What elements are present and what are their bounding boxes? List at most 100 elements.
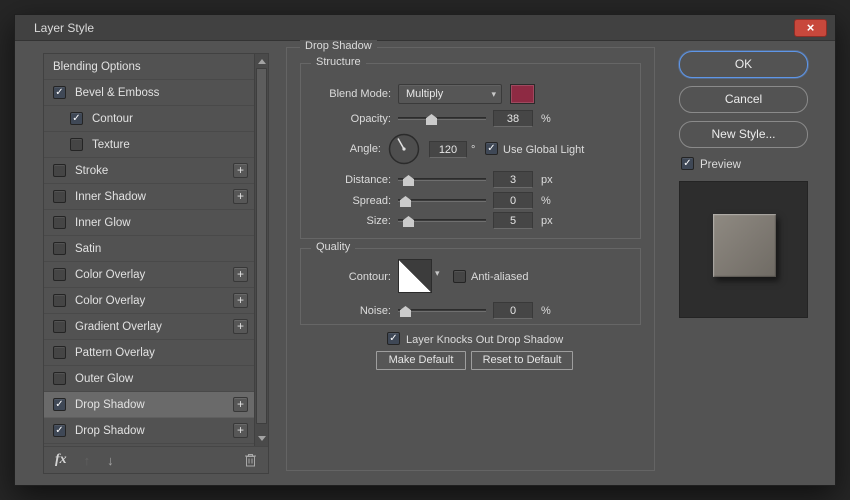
style-item-drop-shadow[interactable]: ✓ Drop Shadow + <box>44 418 254 444</box>
check-icon: ✓ <box>72 112 81 124</box>
style-item-gradient-overlay[interactable]: Gradient Overlay + <box>44 314 254 340</box>
scroll-up-button[interactable] <box>255 55 268 68</box>
style-item-label: Pattern Overlay <box>75 346 155 359</box>
contour-chevron-icon[interactable]: ▾ <box>435 268 440 279</box>
fx-icon[interactable]: fx <box>55 452 67 468</box>
reset-default-button[interactable]: Reset to Default <box>471 351 573 370</box>
trash-icon <box>245 454 256 467</box>
style-enabled-checkbox[interactable]: ✓ <box>53 424 66 437</box>
use-global-light-checkbox[interactable]: ✓ <box>485 142 498 155</box>
slider-track <box>398 117 486 120</box>
opacity-slider[interactable] <box>398 113 486 125</box>
ok-button[interactable]: OK <box>679 51 808 78</box>
style-item-stroke[interactable]: Stroke + <box>44 158 254 184</box>
style-item-pattern-overlay[interactable]: Pattern Overlay <box>44 340 254 366</box>
style-enabled-checkbox[interactable]: ✓ <box>70 112 83 125</box>
check-icon: ✓ <box>55 398 64 410</box>
style-enabled-checkbox[interactable] <box>53 346 66 359</box>
scrollbar-thumb[interactable] <box>256 68 267 424</box>
layer-style-dialog: Layer Style × Blending Options ✓ Bevel & E… <box>14 14 836 486</box>
slider-thumb[interactable] <box>403 175 414 186</box>
style-enabled-checkbox[interactable] <box>53 268 66 281</box>
anti-aliased-checkbox[interactable]: ✓ <box>453 270 466 283</box>
cancel-button[interactable]: Cancel <box>679 86 808 113</box>
style-item-inner-shadow[interactable]: Inner Shadow + <box>44 184 254 210</box>
style-item-color-overlay[interactable]: Color Overlay + <box>44 262 254 288</box>
noise-slider[interactable] <box>398 305 486 317</box>
add-effect-button[interactable]: + <box>233 163 248 178</box>
style-enabled-checkbox[interactable] <box>53 242 66 255</box>
distance-label: Distance: <box>345 174 391 186</box>
angle-input[interactable] <box>429 141 467 158</box>
style-enabled-checkbox[interactable] <box>53 320 66 333</box>
style-enabled-checkbox[interactable]: ✓ <box>53 398 66 411</box>
styles-scrollbar[interactable] <box>254 54 268 446</box>
style-enabled-checkbox[interactable] <box>53 164 66 177</box>
contour-picker[interactable] <box>398 259 432 293</box>
slider-thumb[interactable] <box>403 216 414 227</box>
slider-thumb[interactable] <box>426 114 437 125</box>
style-item-label: Inner Glow <box>75 216 131 229</box>
style-enabled-checkbox[interactable] <box>70 138 83 151</box>
layer-knockout-checkbox[interactable]: ✓ <box>387 332 400 345</box>
distance-input[interactable] <box>493 171 533 188</box>
style-enabled-checkbox[interactable] <box>53 372 66 385</box>
delete-effect-button[interactable] <box>244 453 257 467</box>
preview-checkbox[interactable]: ✓ <box>681 157 694 170</box>
layer-knockout-label: Layer Knocks Out Drop Shadow <box>406 334 564 346</box>
angle-unit: ° <box>471 144 476 156</box>
style-item-satin[interactable]: Satin <box>44 236 254 262</box>
slider-track <box>398 309 486 312</box>
style-enabled-checkbox[interactable] <box>53 294 66 307</box>
style-item-texture[interactable]: Texture <box>44 132 254 158</box>
move-down-button[interactable]: ↓ <box>107 453 114 468</box>
shadow-color-swatch[interactable] <box>510 84 535 104</box>
make-default-button[interactable]: Make Default <box>376 351 466 370</box>
move-up-button[interactable]: ↑ <box>84 453 91 468</box>
angle-dial[interactable] <box>387 132 421 171</box>
style-item-drop-shadow[interactable]: ✓ Drop Shadow + <box>44 392 254 418</box>
style-item-contour[interactable]: ✓ Contour <box>44 106 254 132</box>
size-slider[interactable] <box>398 215 486 227</box>
style-item-inner-glow[interactable]: Inner Glow <box>44 210 254 236</box>
scroll-down-button[interactable] <box>255 432 268 445</box>
add-effect-button[interactable]: + <box>233 267 248 282</box>
style-item-label: Satin <box>75 242 102 255</box>
close-button[interactable]: × <box>794 19 827 37</box>
size-label: Size: <box>366 215 391 227</box>
quality-legend: Quality <box>311 241 356 253</box>
opacity-input[interactable] <box>493 110 533 127</box>
style-item-color-overlay[interactable]: Color Overlay + <box>44 288 254 314</box>
add-effect-button[interactable]: + <box>233 397 248 412</box>
titlebar[interactable]: Layer Style × <box>15 15 835 41</box>
style-item-label: Inner Shadow <box>75 190 146 203</box>
spread-label: Spread: <box>352 195 391 207</box>
blend-mode-value: Multiply <box>406 88 444 100</box>
style-enabled-checkbox[interactable]: ✓ <box>53 86 66 99</box>
add-effect-button[interactable]: + <box>233 293 248 308</box>
blend-mode-dropdown[interactable]: Multiply ▾ <box>398 84 502 104</box>
style-item-bevel-emboss[interactable]: ✓ Bevel & Emboss <box>44 80 254 106</box>
style-enabled-checkbox[interactable] <box>53 216 66 229</box>
size-input[interactable] <box>493 212 533 229</box>
add-effect-button[interactable]: + <box>233 319 248 334</box>
check-icon: ✓ <box>55 86 64 98</box>
style-enabled-checkbox[interactable] <box>53 190 66 203</box>
size-unit: px <box>541 215 553 227</box>
style-item-blending-options[interactable]: Blending Options <box>44 54 254 80</box>
spread-slider[interactable] <box>398 195 486 207</box>
add-effect-button[interactable]: + <box>233 423 248 438</box>
slider-thumb[interactable] <box>400 306 411 317</box>
slider-thumb[interactable] <box>400 196 411 207</box>
style-item-outer-glow[interactable]: Outer Glow <box>44 366 254 392</box>
new-style-button[interactable]: New Style... <box>679 121 808 148</box>
add-effect-button[interactable]: + <box>233 189 248 204</box>
style-item-label: Blending Options <box>53 60 141 73</box>
distance-slider[interactable] <box>398 174 486 186</box>
style-item-label: Stroke <box>75 164 109 177</box>
spread-input[interactable] <box>493 192 533 209</box>
style-item-label: Color Overlay <box>75 294 146 307</box>
contour-label: Contour: <box>348 271 391 283</box>
noise-input[interactable] <box>493 302 533 319</box>
structure-legend: Structure <box>311 56 366 68</box>
